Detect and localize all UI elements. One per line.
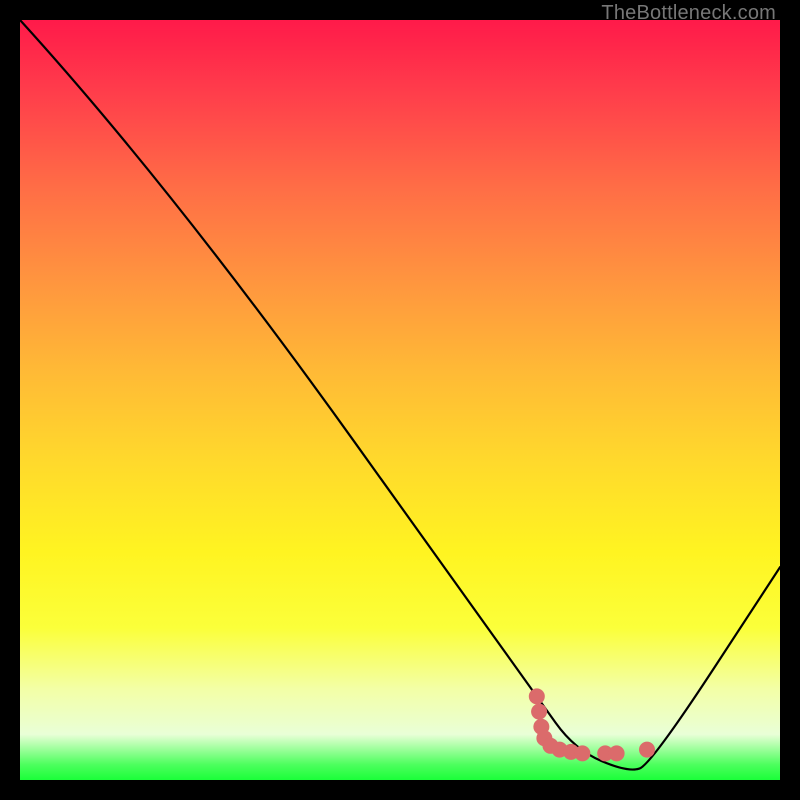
chart-frame bbox=[20, 20, 780, 780]
highlight-point bbox=[531, 704, 547, 720]
highlight-point bbox=[609, 745, 625, 761]
highlight-point bbox=[529, 688, 545, 704]
highlight-point bbox=[574, 745, 590, 761]
highlight-point bbox=[639, 742, 655, 758]
bottleneck-curve-line bbox=[20, 20, 780, 770]
highlighted-points-group bbox=[529, 688, 655, 761]
chart-svg bbox=[20, 20, 780, 780]
